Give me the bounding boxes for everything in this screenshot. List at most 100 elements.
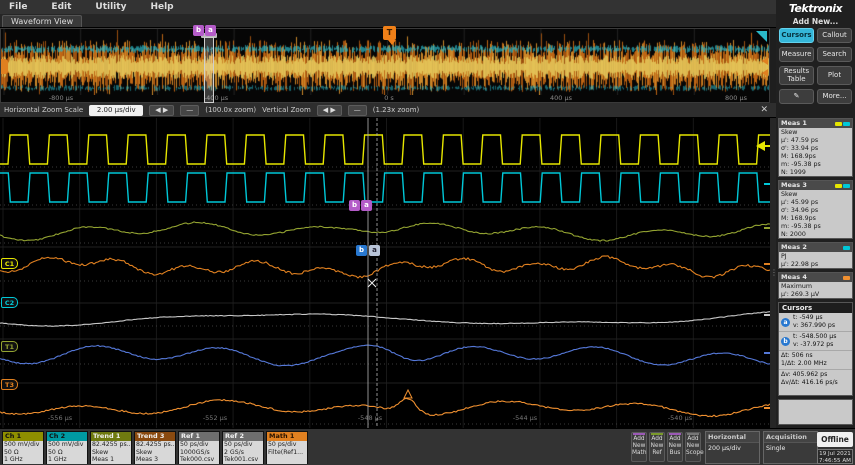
add-callout-button[interactable]: Callout	[817, 28, 852, 43]
cursor-a-flag-trend3[interactable]: a	[369, 245, 380, 256]
badge-ref1[interactable]: Ref 1 50 ps/div 1000GS/s Tek000.csv	[178, 431, 220, 464]
badge-trend1-title: Trend 1	[91, 432, 131, 441]
cursor-b-time: t: -548.500 μs	[793, 333, 837, 340]
cursor-delta-t-readout: Δt: 506 ns 1/Δt: 2.00 MHz	[779, 351, 852, 370]
add-new-math-button[interactable]: Add New Math	[631, 432, 647, 462]
badge-line: Filte(Ref1...	[268, 448, 304, 456]
badge-ch1-title: Ch 1	[3, 432, 43, 441]
meas1-stddev: σ': 33.94 ps	[781, 145, 819, 152]
badge-line: 82.4255 ps...	[136, 441, 174, 448]
meas1-name: Skew	[781, 129, 798, 136]
h-zoom-step-buttons[interactable]: ◀ ▶	[149, 104, 175, 116]
add-search-button[interactable]: Search	[817, 47, 852, 62]
draw-button[interactable]: ✎	[779, 89, 814, 104]
badge-ref2-title: Ref 2	[223, 432, 263, 441]
math-color-strip	[633, 433, 645, 435]
cursor-a-readout: a t: -549 μs v: 367.990 ps	[779, 313, 852, 332]
cursor-a-flag-overview[interactable]: a	[205, 25, 216, 36]
meas4-badge[interactable]: Meas 4 Maximum μ': 269.3 μV	[778, 272, 853, 299]
menu-help[interactable]: Help	[150, 2, 173, 12]
v-zoom-label: Vertical Zoom	[262, 106, 311, 114]
badge-ch1[interactable]: Ch 1 500 mV/div 50 Ω 1 GHz	[2, 431, 44, 464]
acquisition-mode-value: Single	[766, 445, 786, 452]
main-axis-tick: -552 μs	[202, 414, 228, 422]
menu-edit[interactable]: Edit	[51, 2, 71, 12]
meas3-name: Skew	[781, 191, 798, 198]
zoom-close-icon[interactable]: ✕	[760, 105, 772, 115]
zoom-waveform-view[interactable]: C1 C2 T1 T3 R1 R2 M1 b a b a -556 μs -55…	[0, 118, 770, 440]
overview-axis-tick: 800 μs	[725, 94, 747, 102]
v-zoom-step-buttons[interactable]: ◀ ▶	[316, 104, 342, 116]
h-zoom-scale-value[interactable]: 2.00 μs/div	[89, 104, 144, 116]
add-new-bus-button[interactable]: Add New Bus	[667, 432, 683, 462]
cursors-panel-title: Cursors	[779, 303, 852, 313]
more-button[interactable]: More...	[817, 89, 852, 104]
v-zoom-minus-button[interactable]: —	[347, 104, 367, 116]
cursor-b-value: v: -37.972 ps	[793, 341, 834, 348]
zoom-window[interactable]	[204, 37, 214, 103]
badge-line: 1000GS/s	[180, 448, 210, 456]
badge-line: 50 ps/div	[224, 441, 253, 448]
meas3-min: m: -95.38 ps	[781, 223, 821, 230]
handle-trend1[interactable]: T1	[1, 341, 18, 352]
main-axis-tick: -548 μs	[357, 414, 383, 422]
handle-ch1[interactable]: C1	[1, 258, 18, 269]
horizontal-badge[interactable]: Horizontal 200 μs/div	[705, 431, 760, 464]
overview-marker-icon	[762, 57, 768, 65]
add-cursors-button[interactable]: Cursors	[779, 28, 814, 43]
badge-line: 1 GHz	[48, 456, 67, 464]
cursor-b-flag-trend1[interactable]: b	[349, 200, 360, 211]
cursors-readout-badge[interactable]: Cursors a t: -549 μs v: 367.990 ps b t: …	[778, 302, 853, 396]
main-axis-tick: -540 μs	[667, 414, 693, 422]
menu-bar: File Edit Utility Help	[0, 0, 776, 14]
meas3-badge[interactable]: Meas 3 Skew μ': 45.99 ps σ': 34.96 ps M:…	[778, 180, 853, 239]
handle-trend3[interactable]: T3	[1, 379, 18, 390]
overview-channel-handle[interactable]	[1, 59, 8, 74]
badge-line: 500 mV/div	[48, 441, 84, 448]
add-new-scope-button[interactable]: Add New Scope	[685, 432, 704, 462]
trigger-level-arrow-icon[interactable]	[756, 141, 765, 151]
handle-ch2[interactable]: C2	[1, 297, 18, 308]
meas2-source-pills	[843, 245, 850, 250]
zoom-control-bar: Horizontal Zoom Scale 2.00 μs/div ◀ ▶ — …	[0, 103, 776, 118]
cursor-b-readout: b t: -548.500 μs v: -37.972 ps	[779, 332, 852, 351]
badge-trend1[interactable]: Trend 1 82.4255 ps... Skew Meas 1	[90, 431, 132, 464]
add-plot-button[interactable]: Plot	[817, 66, 852, 85]
menu-file[interactable]: File	[9, 2, 27, 12]
meas1-count: N: 1999	[781, 169, 806, 176]
cursor-b-flag-overview[interactable]: b	[193, 25, 204, 36]
badge-line: Meas 3	[136, 456, 159, 464]
tab-waveform-view[interactable]: Waveform View	[2, 15, 83, 27]
badge-line: 50 Ω	[48, 448, 63, 456]
meas1-badge[interactable]: Meas 1 Skew μ': 47.59 ps σ': 33.94 ps M:…	[778, 118, 853, 177]
cursor-b-flag-trend3[interactable]: b	[356, 245, 367, 256]
ref-color-strip	[651, 433, 663, 435]
results-sidebar: Tektronix Add New... Cursors Callout Mea…	[776, 0, 855, 428]
trigger-position-icon[interactable]: T	[383, 26, 396, 40]
cursor-a-time: t: -549 μs	[793, 314, 823, 321]
badge-ref2[interactable]: Ref 2 50 ps/div 2 GS/s Tek001.csv	[222, 431, 264, 464]
badge-ch2[interactable]: Ch 2 500 mV/div 50 Ω 1 GHz	[46, 431, 88, 464]
badge-math1[interactable]: Math 1 50 ps/div Filte(Ref1...	[266, 431, 308, 464]
cursor-delta-v-readout: Δv: 405.962 ps Δv/Δt: 416.16 ps/s	[779, 370, 852, 388]
add-measure-button[interactable]: Measure	[779, 47, 814, 62]
add-new-ref-button[interactable]: Add New Ref	[649, 432, 665, 462]
meas1-title: Meas 1	[781, 119, 807, 127]
waveform-overview[interactable]: -800 μs -400 μs 0 s 400 μs 800 μs b a T	[0, 25, 770, 103]
h-zoom-scale-label: Horizontal Zoom Scale	[4, 106, 84, 114]
meas1-max: M: 168.9ps	[781, 153, 816, 160]
menu-utility[interactable]: Utility	[95, 2, 126, 12]
badge-ref1-title: Ref 1	[179, 432, 219, 441]
add-results-table-button[interactable]: Results Table	[779, 66, 814, 85]
offline-button[interactable]: Offline	[817, 432, 853, 447]
badge-trend3-title: Trend 3	[135, 432, 175, 441]
h-zoom-minus-button[interactable]: —	[180, 104, 200, 116]
datetime-display[interactable]: 19 Jul 2021 7:46:55 AM	[817, 449, 853, 464]
date-value: 19 Jul 2021	[819, 451, 851, 457]
badge-trend3[interactable]: Trend 3 82.4255 ps... Skew Meas 3	[134, 431, 176, 464]
badge-line: Skew	[136, 448, 153, 456]
meas2-badge[interactable]: Meas 2 PJ μ': 22.98 ps	[778, 242, 853, 269]
badge-line: Skew	[92, 448, 109, 456]
cursor-a-flag-trend1[interactable]: a	[361, 200, 372, 211]
acquisition-badge[interactable]: Acquisition Single	[763, 431, 818, 464]
